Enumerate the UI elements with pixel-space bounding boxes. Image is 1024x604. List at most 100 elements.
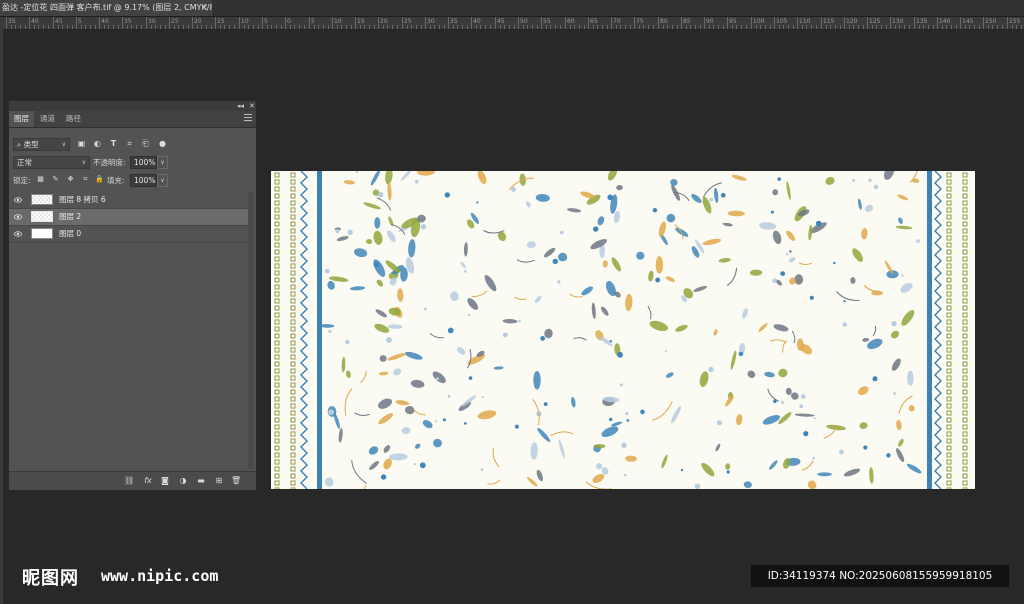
ruler-tick <box>565 17 566 29</box>
leaf-motif <box>772 189 779 196</box>
floret-motif <box>852 179 856 182</box>
new-layer-icon[interactable]: ⊞ <box>214 476 224 486</box>
ruler-tick <box>727 17 728 29</box>
ruler-minor-tick <box>253 25 254 29</box>
leaf-motif <box>502 318 518 324</box>
smart-object-filter-icon[interactable]: ⎗ <box>141 139 150 148</box>
leaf-motif <box>773 324 789 332</box>
mask-icon[interactable]: ◙ <box>160 476 170 486</box>
ruler-minor-tick <box>364 25 365 29</box>
eye-icon[interactable] <box>14 196 22 204</box>
panel-tabs: 图层 通道 路径 <box>9 111 256 128</box>
ruler-minor-tick <box>318 25 319 29</box>
ruler-minor-tick <box>58 25 59 29</box>
floret-motif <box>738 351 744 357</box>
leaf-motif <box>336 236 349 242</box>
lock-paint-icon[interactable]: ✎ <box>51 175 60 184</box>
lock-label: 锁定: <box>13 176 31 185</box>
ruler-minor-tick <box>602 25 603 29</box>
leaf-motif <box>567 208 582 213</box>
leaf-motif <box>666 213 676 223</box>
floret-motif <box>789 250 792 253</box>
tab-channels[interactable]: 通道 <box>35 111 60 127</box>
ruler-minor-tick <box>625 25 626 29</box>
ruler-tick <box>425 17 426 29</box>
layer-name[interactable]: 图层 2 <box>59 209 81 225</box>
ruler-minor-tick <box>718 25 719 29</box>
leaf-motif <box>714 187 719 204</box>
chevron-down-icon[interactable]: ∨ <box>157 174 168 187</box>
fill-input[interactable]: 100% <box>130 174 157 187</box>
leaf-motif <box>526 241 536 249</box>
tab-paths[interactable]: 路径 <box>61 111 86 127</box>
leaf-motif <box>388 453 408 461</box>
adjustment-icon[interactable]: ◑ <box>178 476 188 486</box>
leaf-motif <box>718 258 731 263</box>
lock-transparency-icon[interactable]: ▦ <box>36 175 45 184</box>
pixel-filter-icon[interactable]: ▣ <box>77 139 86 148</box>
close-icon[interactable]: × <box>200 0 208 16</box>
ruler-minor-tick <box>118 25 119 29</box>
ruler-minor-tick <box>476 25 477 29</box>
trash-icon[interactable]: 🗑 <box>231 476 241 486</box>
layer-name[interactable]: 图层 8 拷贝 6 <box>59 192 106 208</box>
ruler-minor-tick <box>630 25 631 29</box>
ruler-label: 40 <box>31 18 39 25</box>
opacity-input[interactable]: 100% <box>130 156 157 169</box>
ruler-minor-tick <box>969 25 970 29</box>
filter-kind-select[interactable]: ⌕ 类型 ∨ <box>13 138 70 151</box>
floret-motif <box>803 431 809 437</box>
lock-position-icon[interactable]: ✥ <box>66 175 75 184</box>
link-icon[interactable]: ⛓ <box>124 476 134 486</box>
ruler-tick <box>192 17 193 29</box>
leaf-motif <box>607 171 618 181</box>
filter-toggle-icon[interactable]: ● <box>158 139 167 148</box>
chevron-down-icon[interactable]: ∨ <box>157 156 168 169</box>
floret-motif <box>502 332 508 338</box>
ruler-minor-tick <box>457 25 458 29</box>
layer-name[interactable]: 图层 0 <box>59 226 81 242</box>
floret-motif <box>621 442 627 448</box>
leaf-motif <box>794 413 815 417</box>
floret-motif <box>916 239 920 243</box>
lock-all-icon[interactable]: 🔒 <box>95 175 104 184</box>
layer-row[interactable]: 图层 8 拷贝 6 <box>9 192 248 209</box>
floret-motif <box>617 351 623 358</box>
floret-motif <box>335 229 340 234</box>
ruler-minor-tick <box>248 25 249 29</box>
panel-scrollbar[interactable] <box>248 192 254 469</box>
ruler-label: 85 <box>683 18 691 25</box>
ruler-minor-tick <box>397 25 398 29</box>
leaf-motif <box>788 257 796 263</box>
type-filter-icon[interactable]: T <box>109 139 118 148</box>
folder-icon[interactable]: ▬ <box>196 476 206 486</box>
ruler-minor-tick <box>444 25 445 29</box>
ruler-label: 125 <box>869 18 881 25</box>
ruler-minor-tick <box>806 25 807 29</box>
floret-motif <box>414 179 419 184</box>
panel-menu-icon[interactable] <box>244 114 252 122</box>
layer-row-selected[interactable]: 图层 2 <box>9 209 248 226</box>
ruler-minor-tick <box>383 25 384 29</box>
blend-mode-select[interactable]: 正常 ∨ <box>13 156 90 169</box>
lock-artboard-icon[interactable]: ⌗ <box>81 175 90 184</box>
floret-motif <box>886 453 891 458</box>
document-tab-title: 盈达 -定位花 四面弹 客户布.tif @ 9.17% (图层 2, CMYK/… <box>2 3 212 12</box>
ruler-tick <box>751 17 752 29</box>
layer-row[interactable]: 图层 0 <box>9 226 248 243</box>
leaf-motif <box>897 194 909 201</box>
leaf-motif <box>544 328 553 339</box>
ruler-minor-tick <box>43 25 44 29</box>
document-tab[interactable]: 盈达 -定位花 四面弹 客户布.tif @ 9.17% (图层 2, CMYK/… <box>0 0 212 16</box>
close-panel-icon[interactable]: ✕ <box>249 101 255 111</box>
tab-layers[interactable]: 图层 <box>9 111 34 127</box>
leaf-motif <box>691 194 702 203</box>
leaf-motif <box>725 463 731 470</box>
adjustment-filter-icon[interactable]: ◐ <box>93 139 102 148</box>
collapse-icon[interactable]: ◂◂ <box>237 101 244 111</box>
fx-icon[interactable]: fx <box>143 476 153 486</box>
eye-icon[interactable] <box>14 230 22 238</box>
eye-icon[interactable] <box>14 213 22 221</box>
document-canvas[interactable] <box>271 171 975 489</box>
shape-filter-icon[interactable]: ⌗ <box>125 139 134 148</box>
